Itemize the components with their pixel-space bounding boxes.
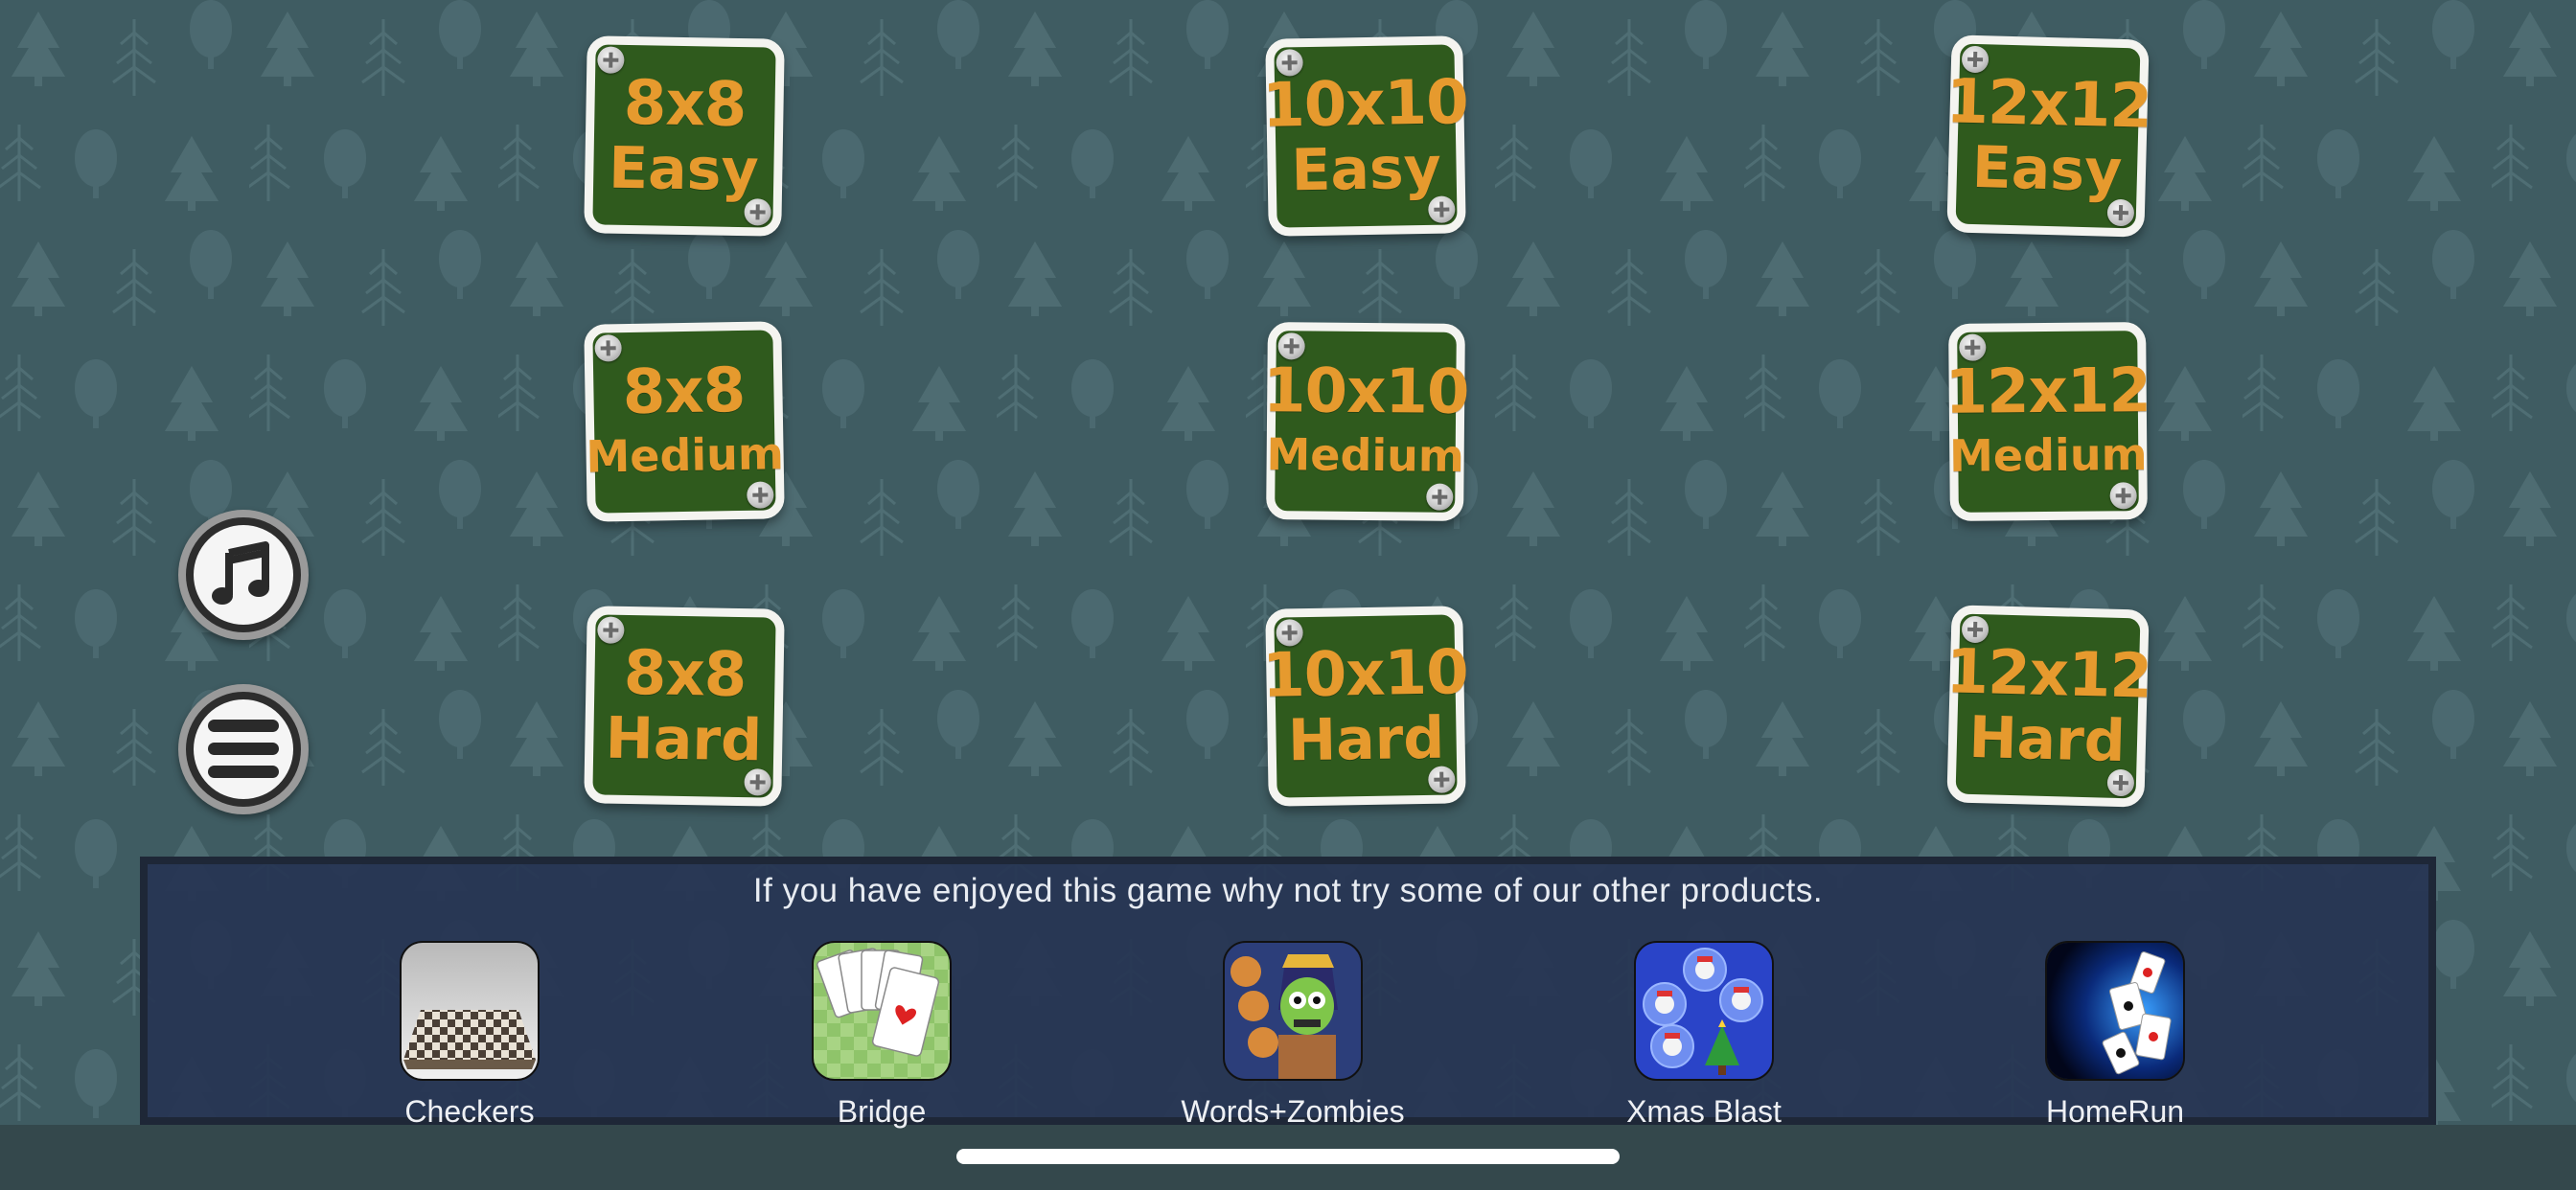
level-10x10-hard-button[interactable]: 10x10 Hard [1261, 606, 1469, 807]
snowman-bubbles-icon [1634, 941, 1774, 1081]
level-12x12-easy-button[interactable]: 12x12 Easy [1944, 34, 2152, 238]
playing-cards-fan-icon [812, 941, 952, 1081]
product-label: Xmas Blast [1626, 1094, 1782, 1129]
zombie-pharaoh-icon [1223, 941, 1363, 1081]
level-size-label: 8x8 [622, 355, 746, 429]
product-xmas-blast[interactable]: Xmas Blast [1560, 941, 1848, 1130]
product-homerun[interactable]: HomeRun [1971, 941, 2259, 1130]
product-checkers[interactable]: Checkers [326, 941, 613, 1130]
level-size-label: 8x8 [623, 67, 747, 142]
screw-icon [2109, 482, 2137, 510]
level-difficulty-label: Hard [1967, 703, 2127, 776]
level-difficulty-label: Hard [1287, 704, 1445, 775]
level-10x10-easy-button[interactable]: 10x10 Easy [1261, 35, 1469, 237]
level-difficulty-label: Easy [1290, 134, 1442, 205]
product-label: HomeRun [2045, 1094, 2185, 1129]
product-words-zombies[interactable]: Words+Zombies [1149, 941, 1437, 1130]
other-products-panel: If you have enjoyed this game why not tr… [140, 857, 2436, 1129]
screw-icon [597, 46, 625, 74]
level-difficulty-label: Hard [605, 704, 763, 775]
screw-icon [747, 481, 774, 509]
level-size-label: 12x12 [1944, 355, 2151, 428]
menu-button[interactable] [178, 684, 309, 814]
level-difficulty-label: Medium [585, 427, 785, 483]
level-8x8-hard-button[interactable]: 8x8 Hard [584, 606, 785, 807]
promo-heading: If you have enjoyed this game why not tr… [752, 872, 1824, 909]
checkers-board-icon [400, 941, 540, 1081]
level-8x8-easy-button[interactable]: 8x8 Easy [584, 35, 785, 237]
screw-icon [1426, 483, 1454, 511]
level-8x8-medium-button[interactable]: 8x8 Medium [584, 321, 785, 522]
product-bridge[interactable]: Bridge [738, 941, 1025, 1130]
level-difficulty-label: Easy [1971, 133, 2124, 206]
music-note-icon [194, 525, 293, 625]
level-difficulty-label: Medium [1948, 428, 2148, 482]
level-size-label: 8x8 [623, 637, 747, 712]
level-10x10-medium-button[interactable]: 10x10 Medium [1263, 322, 1469, 521]
product-label: Words+Zombies [1181, 1094, 1405, 1129]
level-difficulty-label: Easy [608, 134, 760, 205]
level-size-label: 12x12 [1944, 636, 2152, 713]
level-12x12-medium-button[interactable]: 12x12 Medium [1944, 322, 2150, 521]
screw-icon [597, 616, 625, 644]
hamburger-menu-icon [194, 699, 293, 799]
level-size-label: 10x10 [1261, 637, 1469, 712]
level-size-label: 12x12 [1944, 66, 2152, 143]
level-12x12-hard-button[interactable]: 12x12 Hard [1944, 605, 2152, 808]
level-size-label: 10x10 [1261, 67, 1469, 142]
music-toggle-button[interactable] [178, 510, 309, 640]
level-size-label: 10x10 [1262, 355, 1469, 428]
home-indicator[interactable] [956, 1149, 1620, 1164]
flying-cards-icon [2045, 941, 2185, 1081]
screw-icon [594, 334, 622, 362]
product-label: Checkers [404, 1094, 535, 1129]
level-difficulty-label: Medium [1266, 428, 1465, 482]
product-label: Bridge [837, 1094, 927, 1129]
